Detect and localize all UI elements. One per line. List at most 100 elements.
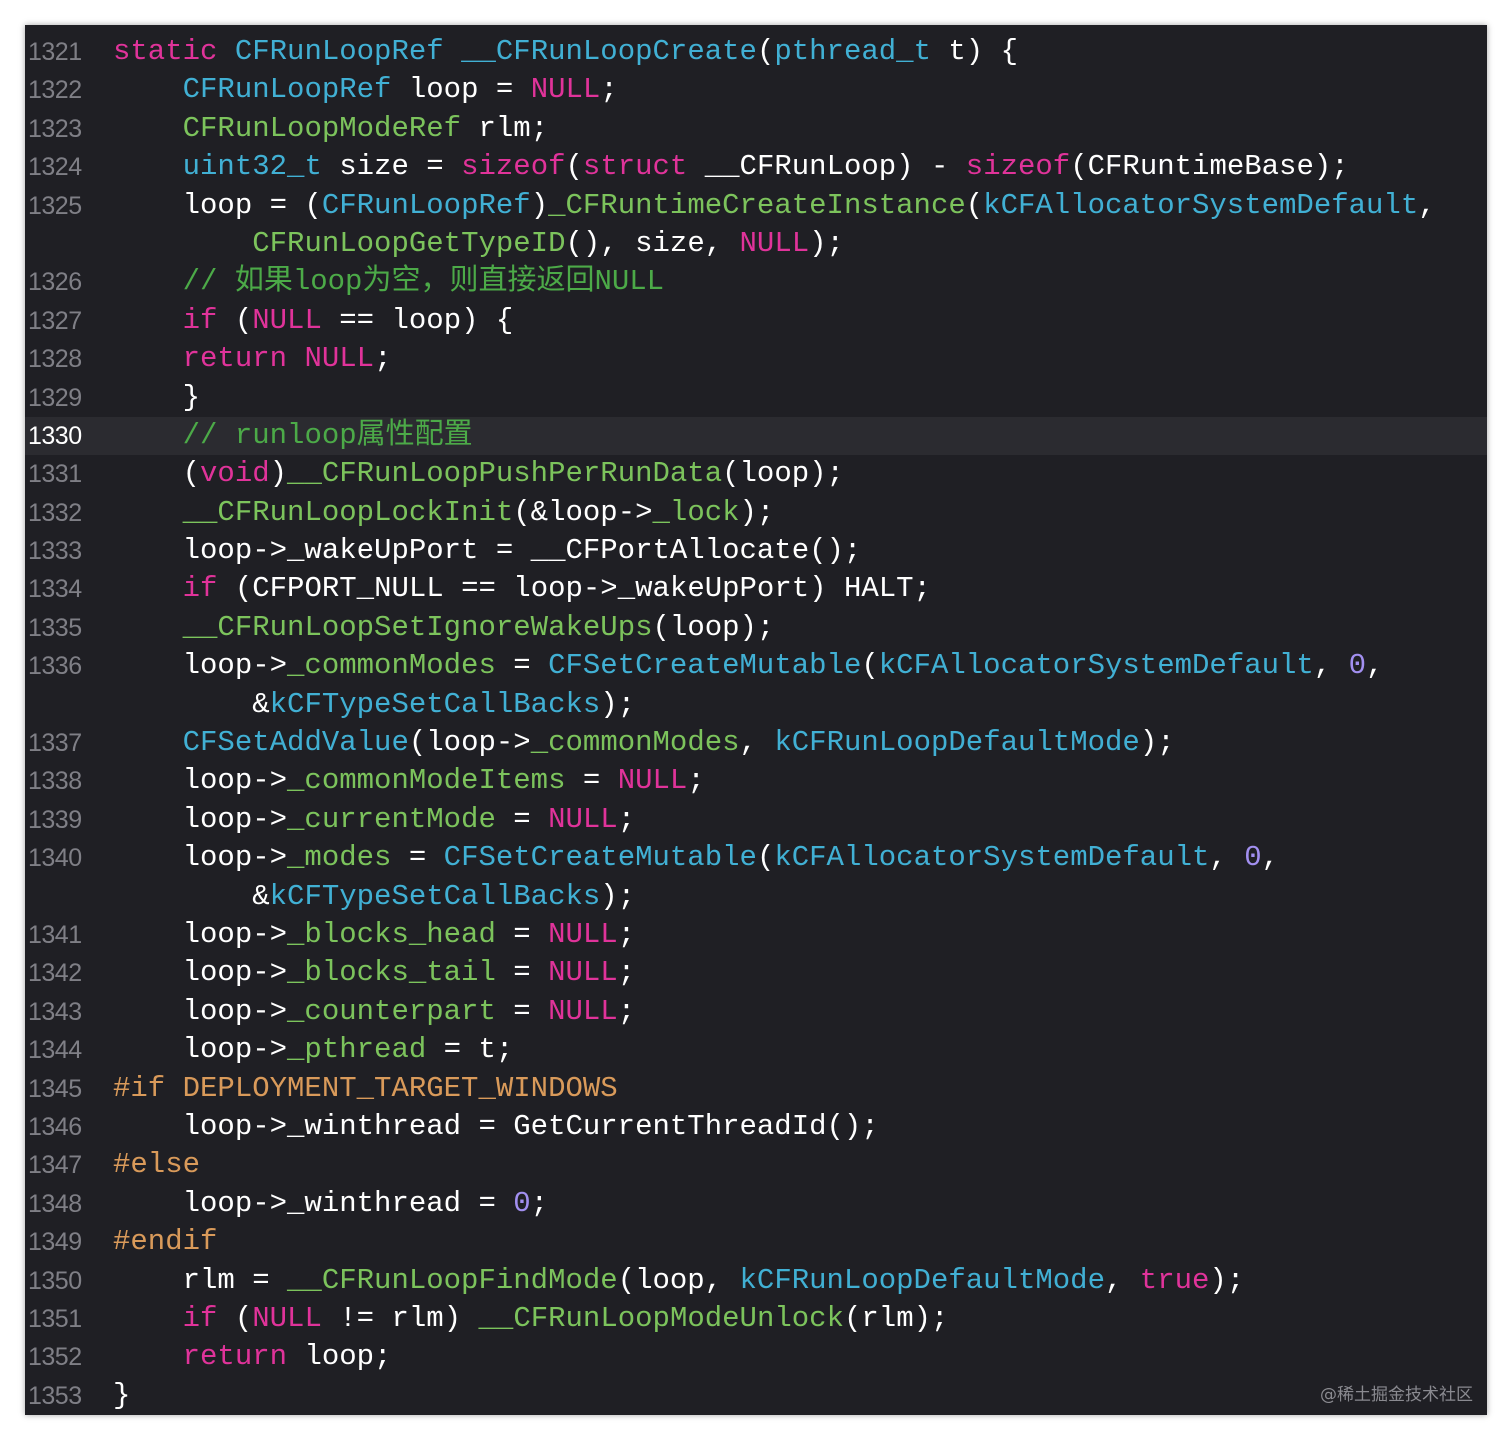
code-token: (rlm); [843,1301,949,1335]
code-token: ); [1209,1263,1245,1297]
code-editor[interactable]: 1321 static CFRunLoopRef __CFRunLoopCreat… [25,25,1487,1415]
code-token: __CFRunLoopCreate [461,35,757,68]
code-line[interactable]: 1336 loop->_commonModes = CFSetCreateMut… [25,647,1487,685]
code-token: kCFTypeSetCallBacks [269,879,601,913]
code-token: loop-> [113,764,288,798]
code-token: #if DEPLOYMENT_TARGET_WINDOWS [113,1071,618,1105]
code-line[interactable]: 1321 static CFRunLoopRef __CFRunLoopCreat… [25,33,1487,71]
code-line[interactable]: 1348 loop->_winthread = 0; [25,1185,1487,1223]
code-token: ( [217,1301,253,1335]
code-line[interactable]: 1324 uint32_t size = sizeof(struct __CFR… [25,148,1487,186]
code-line[interactable]: 1338 loop->_commonModeItems = NULL; [25,762,1487,800]
code-token: loop->_winthread = GetCurrentThreadId(); [113,1109,879,1143]
line-number: 1348 [28,1189,82,1218]
code-line[interactable]: 1339 loop->_currentMode = NULL; [25,801,1487,839]
line-code: CFRunLoopGetTypeID(), size, NULL); [113,225,844,263]
code-token: (loop-> [408,726,531,760]
code-line[interactable]: 1343 loop->_counterpart = NULL; [25,993,1487,1031]
code-line[interactable]: 1329 } [25,379,1487,417]
code-line[interactable]: 1334 if (CFPORT_NULL == loop->_wakeUpPor… [25,570,1487,608]
line-number: 1335 [28,613,82,642]
code-token: loop-> [113,1033,288,1067]
line-code: loop = (CFRunLoopRef)_CFRuntimeCreateIns… [113,187,1436,225]
code-line[interactable]: &kCFTypeSetCallBacks); [25,878,1487,916]
code-token: (CFPORT_NULL == loop->_wakeUpPort) HALT; [217,572,931,606]
line-number: 1325 [28,191,82,220]
code-line[interactable]: 1350 rlm = __CFRunLoopFindMode(loop, kCF… [25,1262,1487,1300]
code-line[interactable]: 1349 #endif [25,1223,1487,1261]
line-number: 1345 [28,1074,82,1103]
code-line[interactable]: 1327 if (NULL == loop) { [25,302,1487,340]
code-token: & [113,879,270,913]
code-line[interactable]: 1337 CFSetAddValue(loop->_commonModes, k… [25,724,1487,762]
line-code: loop->_modes = CFSetCreateMutable(kCFAll… [113,839,1279,877]
code-token: CFRunLoopRef [234,35,444,68]
code-line[interactable]: 1351 if (NULL != rlm) __CFRunLoopModeUnl… [25,1300,1487,1338]
line-code: if (NULL != rlm) __CFRunLoopModeUnlock(r… [113,1300,949,1338]
code-token: size = [321,150,462,184]
code-token: & [113,687,270,721]
code-token: _blocks_tail [287,956,496,990]
code-token: loop-> [113,841,288,875]
code-token: true [1139,1263,1210,1297]
code-line[interactable]: 1352 return loop; [25,1338,1487,1376]
code-line[interactable]: 1345 #if DEPLOYMENT_TARGET_WINDOWS [25,1070,1487,1108]
code-token: struct [582,150,688,184]
code-line[interactable]: 1342 loop->_blocks_tail = NULL; [25,954,1487,992]
code-listing[interactable]: 1321 static CFRunLoopRef __CFRunLoopCreat… [25,33,1487,1415]
code-line[interactable]: &kCFTypeSetCallBacks); [25,686,1487,724]
code-line[interactable]: 1344 loop->_pthread = t; [25,1031,1487,1069]
code-token: ); [1139,726,1175,760]
code-line[interactable]: 1332 __CFRunLoopLockInit(&loop->_lock); [25,494,1487,532]
code-token: ; [617,917,636,951]
code-line[interactable]: 1347 #else [25,1146,1487,1184]
code-token: CFRunLoopRef [321,188,531,222]
code-line[interactable]: 1341 loop->_blocks_head = NULL; [25,916,1487,954]
code-token: == loop) { [321,303,514,337]
code-token: CFSetCreateMutable [548,649,862,683]
line-code: #else [113,1146,200,1184]
code-token: NULL [548,994,618,1028]
code-line[interactable]: 1335 __CFRunLoopSetIgnoreWakeUps(loop); [25,609,1487,647]
code-line[interactable]: 1333 loop->_wakeUpPort = __CFPortAllocat… [25,532,1487,570]
code-line[interactable]: 1340 loop->_modes = CFSetCreateMutable(k… [25,839,1487,877]
line-code: } [113,1377,130,1415]
code-token: _CFRuntimeCreateInstance [548,188,966,222]
code-token: CFRunLoopModeRef [182,111,462,145]
code-token: pthread_t [774,35,931,68]
code-token: , [1261,841,1280,875]
code-token: ); [739,495,775,529]
code-token: loop; [287,1340,392,1374]
code-line[interactable]: 1331 (void)__CFRunLoopPushPerRunData(loo… [25,455,1487,493]
code-line[interactable]: 1328 return NULL; [25,340,1487,378]
code-token: (loop, [617,1263,740,1297]
code-token: CFSetAddValue [182,726,409,760]
code-line[interactable]: 1323 CFRunLoopModeRef rlm; [25,110,1487,148]
code-token: ); [809,226,844,260]
code-line[interactable]: 1346 loop->_winthread = GetCurrentThread… [25,1108,1487,1146]
line-number: 1352 [28,1343,82,1372]
code-line[interactable]: CFRunLoopGetTypeID(), size, NULL); [25,225,1487,263]
code-token: ); [600,687,636,721]
code-line[interactable]: 1353} [25,1377,1487,1415]
code-token: NULL [252,303,322,337]
code-token: , [1209,841,1245,875]
code-token: ; [600,73,618,107]
code-token: _pthread [287,1033,427,1067]
code-line[interactable]: 1326 // 如果loop为空，则直接返回NULL [25,263,1487,301]
code-token: NULL [617,764,688,798]
code-line[interactable]: 1322 CFRunLoopRef loop = NULL; [25,71,1487,109]
line-code: static CFRunLoopRef __CFRunLoopCreate(pt… [113,33,1018,71]
code-line[interactable]: 1325 loop = (CFRunLoopRef)_CFRuntimeCrea… [25,187,1487,225]
code-token: , [1366,649,1384,683]
code-line-current[interactable]: 1330 // runloop属性配置 [25,416,1487,456]
code-token: ; [617,994,636,1028]
code-token: 0 [513,1186,531,1220]
line-code: loop->_blocks_head = NULL; [113,916,636,954]
code-token: 0 [1244,841,1262,875]
